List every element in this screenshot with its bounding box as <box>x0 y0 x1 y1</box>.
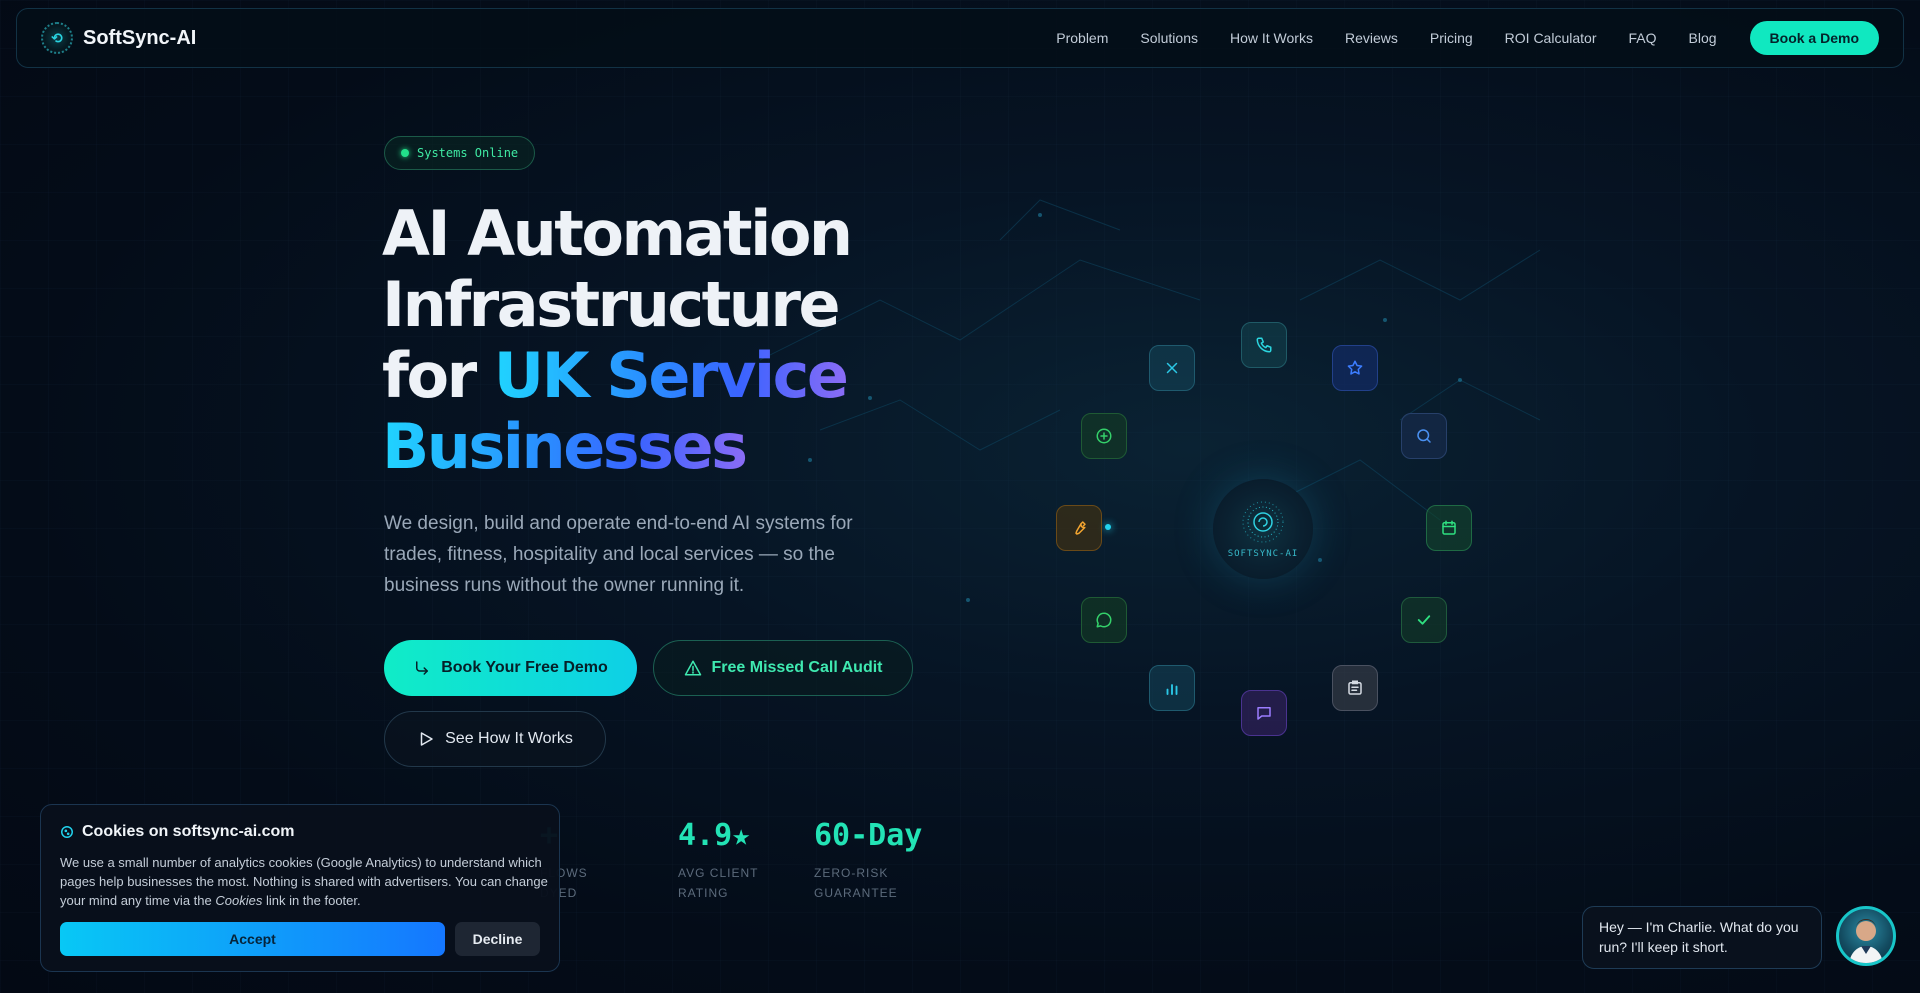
headline-for: for <box>382 339 477 412</box>
missed-call-audit-label: Free Missed Call Audit <box>711 659 883 676</box>
chart-icon-node[interactable] <box>1149 665 1195 711</box>
book-free-demo-label: Book Your Free Demo <box>441 659 608 676</box>
clipboard-icon-node[interactable] <box>1332 665 1378 711</box>
missed-call-audit-button[interactable]: Free Missed Call Audit <box>653 640 913 696</box>
chat-bubble[interactable]: Hey — I'm Charlie. What do you run? I'll… <box>1582 906 1822 969</box>
wrench-icon <box>1075 521 1086 535</box>
stat-label-line-1: AVG CLIENT <box>678 866 759 880</box>
clipboard-icon <box>1348 680 1362 695</box>
warning-triangle-icon <box>684 660 701 676</box>
cookie-text: We use a small number of analytics cooki… <box>60 853 550 910</box>
spark-dot <box>1105 524 1111 530</box>
search-icon <box>1417 429 1431 443</box>
nav-link-faq[interactable]: FAQ <box>1628 30 1656 46</box>
nav-link-how-it-works[interactable]: How It Works <box>1230 30 1313 46</box>
stat-value: 4.9★ <box>678 818 751 853</box>
automation-orbit: SOFTSYNC-AI <box>1020 290 1510 760</box>
headline-accent-2: Businesses <box>382 410 748 483</box>
headline-line-1: AI Automation <box>382 197 853 270</box>
nav-link-reviews[interactable]: Reviews <box>1345 30 1398 46</box>
see-how-it-works-button[interactable]: See How It Works <box>384 711 606 767</box>
core-logo-icon <box>1242 501 1284 543</box>
message-icon <box>1096 612 1112 628</box>
cookie-icon <box>61 826 73 838</box>
stat-label: ZERO-RISK GUARANTEE <box>814 863 922 903</box>
chat-icon <box>1257 707 1271 720</box>
top-navbar: ⟲ SoftSync-AI Problem Solutions How It W… <box>16 8 1904 68</box>
status-badge: Systems Online <box>384 136 536 170</box>
nav-link-solutions[interactable]: Solutions <box>1140 30 1198 46</box>
status-dot-icon <box>401 149 409 157</box>
x-icon <box>1166 362 1178 374</box>
chat-icon-node[interactable] <box>1241 690 1287 736</box>
nav-link-problem[interactable]: Problem <box>1056 30 1108 46</box>
softsync-core: SOFTSYNC-AI <box>1213 479 1313 579</box>
core-label: SOFTSYNC-AI <box>1227 549 1299 559</box>
stat-label: AVG CLIENT RATING <box>678 863 758 903</box>
star-icon <box>1347 360 1363 375</box>
phone-icon-node[interactable] <box>1241 322 1287 368</box>
phone-icon <box>1256 337 1272 353</box>
calendar-icon <box>1442 520 1456 535</box>
check-icon-node[interactable] <box>1401 597 1447 643</box>
wrench-icon-node[interactable] <box>1056 505 1102 551</box>
check-icon <box>1417 615 1431 625</box>
cookie-title: Cookies on softsync-ai.com <box>60 823 540 841</box>
cookie-title-text: Cookies on softsync-ai.com <box>82 823 295 840</box>
star-icon-node[interactable] <box>1332 345 1378 391</box>
nav-link-blog[interactable]: Blog <box>1689 30 1717 46</box>
message-icon-node[interactable] <box>1081 597 1127 643</box>
hero-headline: AI Automation Infrastructure for UK Serv… <box>382 198 942 482</box>
calendar-icon-node[interactable] <box>1426 505 1472 551</box>
plus-circle-icon-node[interactable] <box>1081 413 1127 459</box>
stat-label-line-2: GUARANTEE <box>814 886 898 900</box>
cookie-text-end: link in the footer. <box>265 893 361 908</box>
book-demo-nav-button[interactable]: Book a Demo <box>1749 21 1879 55</box>
hero-subtitle: We design, build and operate end-to-end … <box>384 513 853 596</box>
plus-circle-icon <box>1096 428 1112 444</box>
brand-logo-icon: ⟲ <box>41 22 73 54</box>
nav-links: Problem Solutions How It Works Reviews P… <box>1056 21 1879 55</box>
stat-label-line-1: ZERO-RISK <box>814 866 889 880</box>
see-how-it-works-label: See How It Works <box>445 730 573 747</box>
cookie-accept-button[interactable]: Accept <box>60 922 445 956</box>
stat-value: 60-Day <box>814 818 923 853</box>
search-icon-node[interactable] <box>1401 413 1447 459</box>
cookie-banner: Cookies on softsync-ai.com We use a smal… <box>40 804 560 972</box>
cookies-link[interactable]: Cookies <box>215 893 262 908</box>
stat-label-line-2: RATING <box>678 886 729 900</box>
brand-name: SoftSync-AI <box>83 26 197 49</box>
play-icon <box>420 732 433 746</box>
book-free-demo-button[interactable]: Book Your Free Demo <box>384 640 637 696</box>
headline-line-2: Infrastructure <box>382 268 841 341</box>
status-badge-label: Systems Online <box>417 146 519 160</box>
stat-rating: 4.9★ AVG CLIENT RATING <box>678 818 758 903</box>
chart-icon <box>1166 684 1178 695</box>
brand[interactable]: ⟲ SoftSync-AI <box>41 22 196 54</box>
nav-link-roi-calculator[interactable]: ROI Calculator <box>1505 30 1597 46</box>
cookie-decline-button[interactable]: Decline <box>455 922 540 956</box>
x-icon-node[interactable] <box>1149 345 1195 391</box>
nav-link-pricing[interactable]: Pricing <box>1430 30 1473 46</box>
stat-guarantee: 60-Day ZERO-RISK GUARANTEE <box>814 818 922 903</box>
chat-avatar[interactable] <box>1836 906 1896 966</box>
arrow-return-icon <box>416 661 429 675</box>
avatar-person-icon <box>1849 919 1883 963</box>
headline-accent-1: UK Service <box>493 339 849 412</box>
